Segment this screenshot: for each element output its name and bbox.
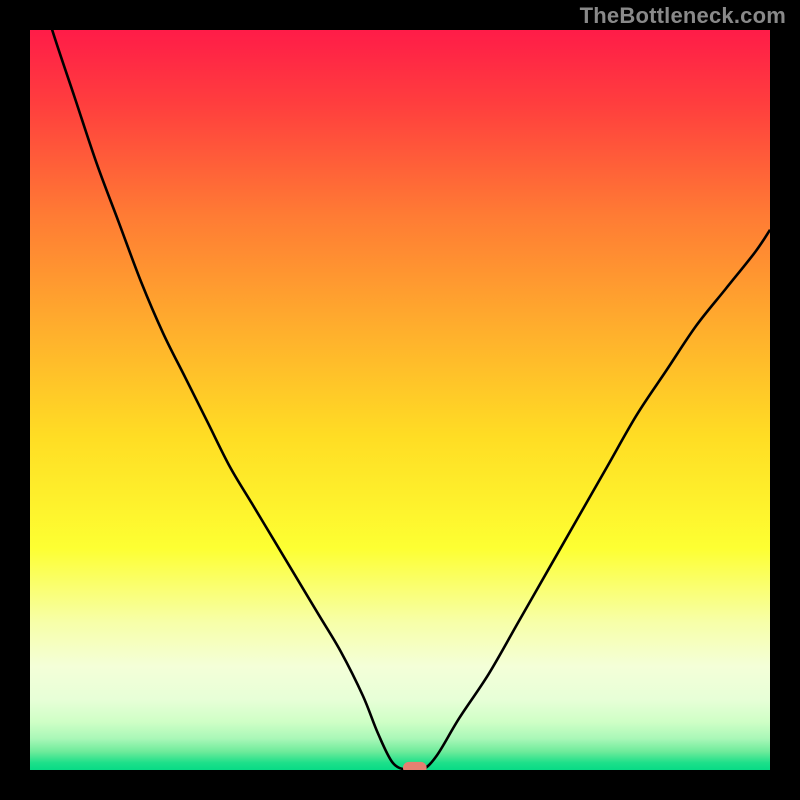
chart-container: TheBottleneck.com <box>0 0 800 800</box>
optimal-point-marker <box>403 762 427 770</box>
watermark-text: TheBottleneck.com <box>580 3 786 29</box>
chart-svg <box>30 30 770 770</box>
plot-area <box>30 30 770 770</box>
chart-background-gradient <box>30 30 770 770</box>
